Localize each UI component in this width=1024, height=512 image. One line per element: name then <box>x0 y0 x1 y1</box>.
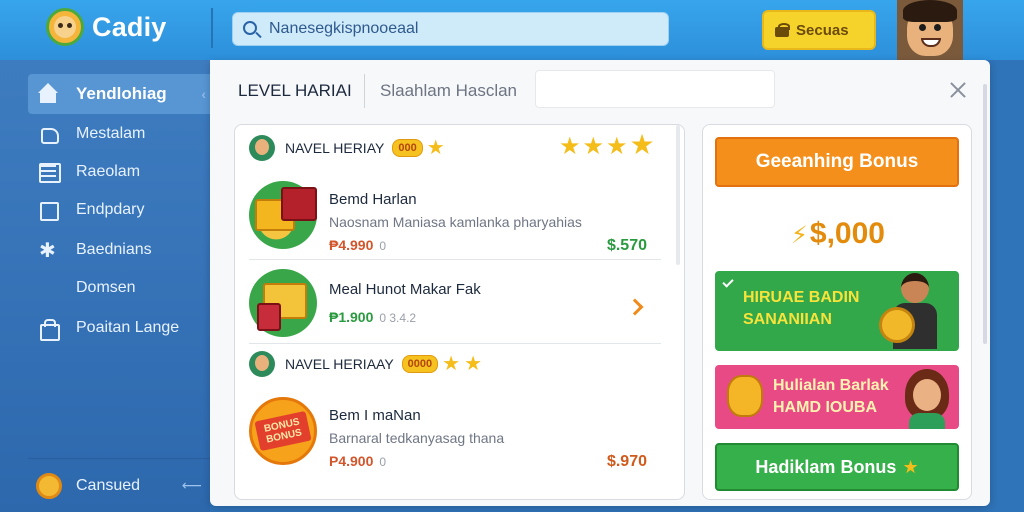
level-badge: 0000 <box>401 355 439 373</box>
offer-amount: $.970 <box>606 453 647 470</box>
offer-title: Bem I maNan <box>329 407 421 424</box>
sidebar-item-label: Poaitan Lange <box>76 319 180 336</box>
sidebar-item-mestalam[interactable]: Mestalam <box>28 114 210 154</box>
chevron-right-icon[interactable] <box>626 298 644 316</box>
offers-scrollbar[interactable] <box>676 125 680 265</box>
sidebar-item-raeolam[interactable]: Raeolam <box>28 152 210 192</box>
level-badge: 000 <box>392 139 423 157</box>
level-label: NAVEL HERIAY <box>285 140 385 156</box>
bag-icon <box>38 319 60 341</box>
hand-icon <box>38 125 59 144</box>
level-header-2: NAVEL HERIAAY 0000 ★ ★ <box>249 349 482 379</box>
sidebar-item-label: Raeolam <box>76 163 141 180</box>
sidebar-item-baednians[interactable]: Baednians <box>28 230 210 270</box>
offer-item[interactable]: BONUS BONUS Bem I maNan Barnaral tedkany… <box>249 387 661 471</box>
star-icon: ★ <box>559 133 581 160</box>
sidebar-item-label: Endpdary <box>76 201 145 218</box>
avatar <box>249 135 275 161</box>
gift-box-icon <box>249 181 317 249</box>
offers-panel: NAVEL HERIAY 000 ★ ★ ★ ★ ★ Bemd Harlan N… <box>234 124 685 500</box>
bonus-button-label: Secuas <box>796 21 849 39</box>
top-bar: Cadiy Secuas <box>0 0 1024 60</box>
check-icon <box>722 276 734 288</box>
lightning-icon: ⚡ <box>791 222 808 249</box>
gift-icon <box>774 22 790 38</box>
header-divider <box>211 8 213 48</box>
arrow-icon: ⟵ <box>181 477 202 493</box>
dialog-scrollbar[interactable] <box>983 84 987 344</box>
sidebar-item-endpdary[interactable]: Endpdary <box>28 190 210 230</box>
sidebar-item-label: Domsen <box>76 279 136 296</box>
sidebar: Yendlohiag ‹ Mestalam Raeolam Endpdary B… <box>0 60 210 512</box>
star-icon: ★ <box>629 129 655 160</box>
star-icon: ★ <box>606 133 628 160</box>
coin-icon <box>36 472 62 499</box>
gift-box-icon <box>249 269 317 337</box>
claim-bonus-button[interactable]: Hadiklam Bonus ★ <box>715 443 959 491</box>
sidebar-item-home[interactable]: Yendlohiag ‹ <box>28 74 210 114</box>
level-label: NAVEL HERIAAY <box>285 356 394 372</box>
tab-placeholder[interactable] <box>535 70 775 108</box>
star-icon: ★ <box>902 457 919 477</box>
divider <box>249 343 661 344</box>
promo-card-green[interactable]: HIRUAE BADIN SANANIIAN <box>715 271 959 351</box>
offer-price: ₱4.990 0 <box>329 237 387 253</box>
bonus-badge-label: BONUS BONUS <box>254 410 312 452</box>
bonus-amount: ⚡$,000 <box>791 217 885 250</box>
star-icon: ★ <box>442 353 461 375</box>
offer-description: Naosnam Maniasa kamlanka pharyahias <box>329 214 582 230</box>
tab-slaahlam[interactable]: Slaahlam Hasclan <box>380 74 517 108</box>
offer-amount: $.570 <box>606 237 647 254</box>
sidebar-item-domsen[interactable]: Domsen <box>28 268 210 308</box>
sidebar-item-label: Mestalam <box>76 125 146 142</box>
offer-title: Meal Hunot Makar Fak <box>329 281 481 298</box>
tab-level[interactable]: LEVEL HARIAI <box>238 74 352 108</box>
app-title[interactable]: Cadiy <box>92 12 167 43</box>
bonus-panel: Geeanhing Bonus ⚡$,000 HIRUAE BADIN SANA… <box>702 124 972 500</box>
level-header-1: NAVEL HERIAY 000 ★ <box>249 133 445 163</box>
bonus-button[interactable]: Secuas <box>762 10 876 50</box>
sidebar-footer-label: Cansued <box>76 476 141 494</box>
offer-price: P4.900 0 <box>329 453 387 469</box>
offer-description: Barnaral tedkanyasag thana <box>329 430 505 446</box>
close-icon[interactable] <box>950 82 966 98</box>
bonus-badge-icon: BONUS BONUS <box>249 397 317 465</box>
star-icon: ★ <box>464 353 483 375</box>
sidebar-item-label: Baednians <box>76 241 152 258</box>
avatar <box>249 351 275 377</box>
star-rating: ★ ★ ★ ★ <box>557 131 655 160</box>
promo-card-text: HIRUAE BADIN SANANIIAN <box>743 289 860 328</box>
avatar[interactable] <box>897 0 963 60</box>
star-icon: ★ <box>426 137 445 159</box>
home-icon <box>38 83 58 103</box>
promo-card-pink[interactable]: Hulialan Barlak HAMD IOUBA <box>715 365 959 429</box>
app-logo-icon[interactable] <box>46 8 84 46</box>
get-bonus-button[interactable]: Geeanhing Bonus <box>715 137 959 187</box>
square-icon <box>38 201 59 221</box>
offer-item[interactable]: Bemd Harlan Naosnam Maniasa kamlanka pha… <box>249 171 661 255</box>
fruit-icon <box>727 375 763 417</box>
search-input[interactable] <box>269 13 659 45</box>
sidebar-footer[interactable]: Cansued ⟵ <box>28 458 210 512</box>
search-icon <box>243 21 257 35</box>
offer-price: ₱1.900 0 3.4.2 <box>329 309 417 325</box>
tab-divider <box>364 74 365 108</box>
woman-icon <box>903 369 951 429</box>
man-with-coin-icon <box>879 273 941 349</box>
list-icon <box>38 163 61 183</box>
star-icon: ★ <box>582 133 605 160</box>
chevron-left-icon: ‹ <box>201 86 206 102</box>
star-icon <box>38 238 58 263</box>
sidebar-item-poaitan[interactable]: Poaitan Lange <box>28 308 210 348</box>
search-box[interactable] <box>232 12 669 46</box>
sidebar-item-label: Yendlohiag <box>76 84 167 103</box>
offer-item[interactable]: Meal Hunot Makar Fak ₱1.900 0 3.4.2 <box>249 259 661 343</box>
level-dialog: LEVEL HARIAI Slaahlam Hasclan NAVEL HERI… <box>210 60 990 506</box>
promo-card-text: Hulialan Barlak HAMD IOUBA <box>773 377 889 416</box>
claim-bonus-label: Hadiklam Bonus <box>755 456 897 477</box>
offer-title: Bemd Harlan <box>329 191 417 208</box>
